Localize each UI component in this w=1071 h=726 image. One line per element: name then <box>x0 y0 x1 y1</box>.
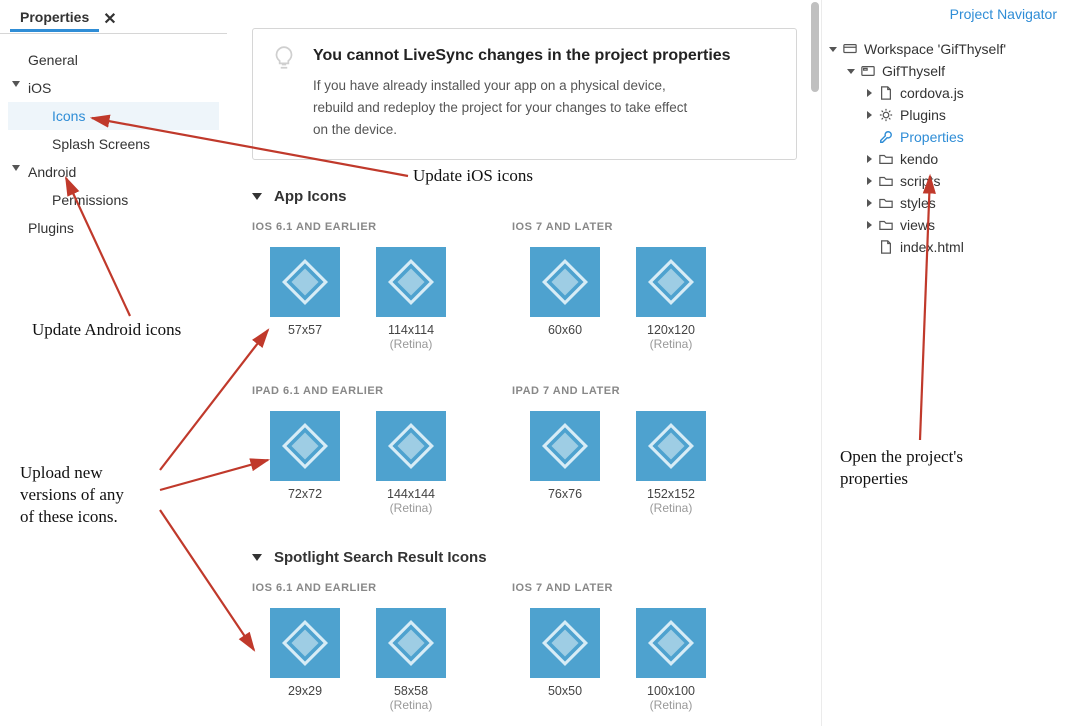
notice-line: on the device. <box>313 122 397 137</box>
group-label: IPAD 7 AND LATER <box>512 385 772 397</box>
size-label: 114x114 <box>358 323 464 337</box>
size-label: 152x152 <box>618 487 724 501</box>
retina-label: (Retina) <box>618 698 724 712</box>
properties-nav: General iOS Icons Splash Screens Android… <box>0 34 227 254</box>
lightbulb-icon <box>271 45 297 74</box>
app-icon-slot[interactable] <box>530 247 600 317</box>
retina-label: (Retina) <box>358 698 464 712</box>
close-icon[interactable]: ✕ <box>103 9 116 29</box>
nav-general[interactable]: General <box>8 46 219 74</box>
tree-scripts[interactable]: scripts <box>828 170 1065 192</box>
file-icon <box>878 240 894 254</box>
chevron-down-icon <box>252 193 262 200</box>
notice-title: You cannot LiveSync changes in the proje… <box>313 47 774 65</box>
tree-cordova[interactable]: cordova.js <box>828 82 1065 104</box>
file-icon <box>878 86 894 100</box>
app-icon-slot[interactable] <box>636 411 706 481</box>
notice-line: If you have already installed your app o… <box>313 78 666 93</box>
size-label: 50x50 <box>512 684 618 698</box>
size-label: 29x29 <box>252 684 358 698</box>
group-label: IOS 6.1 AND EARLIER <box>252 582 512 594</box>
nav-ios-splash[interactable]: Splash Screens <box>8 130 219 158</box>
project-navigator: Project Navigator Workspace 'GifThyself'… <box>821 0 1071 726</box>
retina-label: (Retina) <box>358 337 464 351</box>
tab-bar: Properties ✕ <box>0 4 227 34</box>
app-icon-slot[interactable] <box>376 411 446 481</box>
project-icon <box>860 64 876 78</box>
size-label: 58x58 <box>358 684 464 698</box>
tree-index[interactable]: index.html <box>828 236 1065 258</box>
tree-styles[interactable]: styles <box>828 192 1065 214</box>
workspace-icon <box>842 42 858 56</box>
notice-line: rebuild and redeploy the project for you… <box>313 100 687 115</box>
tab-properties[interactable]: Properties <box>10 5 99 32</box>
properties-sidebar: Properties ✕ General iOS Icons Splash Sc… <box>0 0 228 726</box>
size-label: 120x120 <box>618 323 724 337</box>
nav-plugins[interactable]: Plugins <box>8 214 219 242</box>
folder-icon <box>878 174 894 188</box>
nav-android[interactable]: Android <box>8 158 219 186</box>
retina-label: (Retina) <box>358 501 464 515</box>
folder-icon <box>878 196 894 210</box>
app-icon-slot[interactable] <box>270 411 340 481</box>
section-app-icons[interactable]: App Icons <box>252 188 797 205</box>
folder-icon <box>878 218 894 232</box>
size-label: 76x76 <box>512 487 618 501</box>
tree-project[interactable]: GifThyself <box>828 60 1065 82</box>
app-icon-slot[interactable] <box>530 411 600 481</box>
app-icon-slot[interactable] <box>270 247 340 317</box>
group-label: IOS 7 AND LATER <box>512 582 772 594</box>
group-label: IOS 7 AND LATER <box>512 221 772 233</box>
app-icon-slot[interactable] <box>636 247 706 317</box>
retina-label: (Retina) <box>618 337 724 351</box>
size-label: 60x60 <box>512 323 618 337</box>
app-icon-slot[interactable] <box>530 608 600 678</box>
size-label: 144x144 <box>358 487 464 501</box>
app-icon-slot[interactable] <box>270 608 340 678</box>
section-spotlight-icons[interactable]: Spotlight Search Result Icons <box>252 549 797 566</box>
size-label: 100x100 <box>618 684 724 698</box>
project-navigator-title[interactable]: Project Navigator <box>822 0 1071 28</box>
retina-label: (Retina) <box>618 501 724 515</box>
group-label: IPAD 6.1 AND EARLIER <box>252 385 512 397</box>
tree-plugins[interactable]: Plugins <box>828 104 1065 126</box>
app-icon-slot[interactable] <box>376 608 446 678</box>
chevron-down-icon <box>252 554 262 561</box>
size-label: 72x72 <box>252 487 358 501</box>
folder-icon <box>878 152 894 166</box>
tree-properties[interactable]: Properties <box>828 126 1065 148</box>
tree-workspace[interactable]: Workspace 'GifThyself' <box>828 38 1065 60</box>
main-content: You cannot LiveSync changes in the proje… <box>228 0 821 726</box>
gear-icon <box>878 108 894 122</box>
app-icon-slot[interactable] <box>636 608 706 678</box>
nav-ios[interactable]: iOS <box>8 74 219 102</box>
wrench-icon <box>878 130 894 144</box>
group-label: IOS 6.1 AND EARLIER <box>252 221 512 233</box>
livesync-notice: You cannot LiveSync changes in the proje… <box>252 28 797 160</box>
nav-android-permissions[interactable]: Permissions <box>8 186 219 214</box>
tree-kendo[interactable]: kendo <box>828 148 1065 170</box>
tree-views[interactable]: views <box>828 214 1065 236</box>
app-icon-slot[interactable] <box>376 247 446 317</box>
scrollbar-thumb[interactable] <box>811 2 819 92</box>
nav-ios-icons[interactable]: Icons <box>8 102 219 130</box>
size-label: 57x57 <box>252 323 358 337</box>
